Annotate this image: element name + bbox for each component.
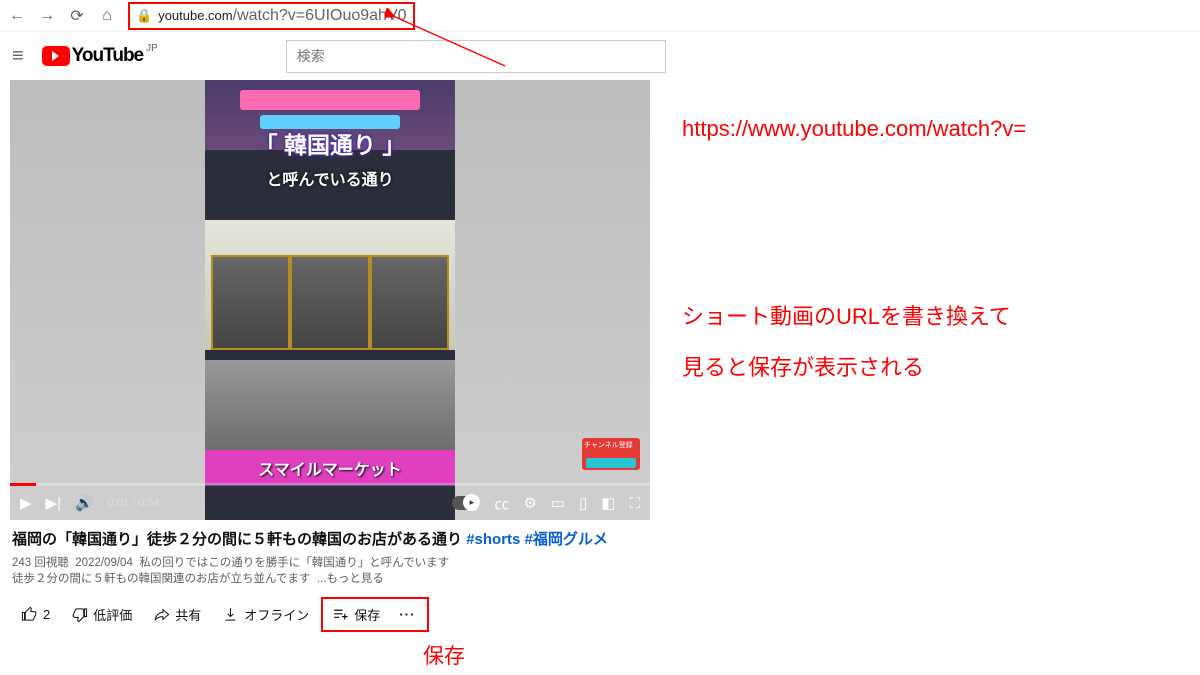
back-icon[interactable]: ←	[8, 7, 26, 25]
more-actions-button[interactable]: ···	[390, 602, 424, 627]
video-title: 福岡の「韓国通り」徒歩２分の間に５軒もの韓国のお店がある通り #shorts #…	[12, 530, 648, 550]
video-meta-line: 243 回視聴 2022/09/04 私の回りではこの通りを勝手に「韓国通り」と…	[12, 555, 648, 587]
thumbs-down-icon	[71, 606, 88, 623]
download-icon	[222, 606, 239, 623]
miniplayer-icon[interactable]: ▭	[551, 494, 565, 512]
thumbs-up-icon	[21, 606, 38, 623]
share-button[interactable]: 共有	[144, 600, 210, 629]
play-logo-icon	[42, 46, 70, 66]
offline-button[interactable]: オフライン	[213, 600, 318, 629]
settings-icon[interactable]: ⚙	[523, 494, 536, 512]
volume-icon[interactable]: 🔊	[75, 494, 94, 512]
save-button-highlight: 保存 ···	[321, 597, 429, 632]
annotation-note: ショート動画のURLを書き換えて見ると保存が表示される	[682, 292, 1190, 393]
action-bar: 2 低評価 共有 オフライン 保存	[12, 597, 648, 632]
next-icon[interactable]: ▶|	[46, 494, 61, 512]
hashtag-link[interactable]: #shorts	[466, 531, 520, 548]
cast-icon[interactable]: ◧	[601, 494, 615, 512]
region-label: JP	[146, 43, 158, 54]
play-icon[interactable]: ▶	[20, 494, 32, 512]
reload-icon[interactable]: ⟳	[68, 6, 86, 26]
video-overlay-market: スマイルマーケット	[258, 456, 402, 480]
hashtag-link[interactable]: #福岡グルメ	[525, 531, 608, 548]
autoplay-toggle[interactable]	[452, 496, 480, 510]
theater-icon[interactable]: ▯	[579, 494, 587, 512]
annotation-panel: https://www.youtube.com/watch?v= ショート動画の…	[660, 80, 1200, 632]
playlist-add-icon	[332, 606, 349, 623]
forward-icon[interactable]: →	[38, 7, 56, 25]
video-player[interactable]: 「 韓国通り 」 と呼んでいる通り スマイルマーケット チャンネル登録 ▶ ▶|…	[10, 80, 650, 520]
video-overlay-sub: と呼んでいる通り	[205, 166, 455, 190]
video-content: 「 韓国通り 」 と呼んでいる通り スマイルマーケット	[205, 80, 455, 520]
search-input[interactable]	[286, 40, 666, 73]
save-button[interactable]: 保存	[326, 602, 386, 627]
annotation-save-label: 保存	[423, 640, 465, 670]
url-host: youtube.com/watch?v=6UIOuo9ahV0	[158, 7, 406, 25]
share-icon	[153, 606, 170, 623]
youtube-header: ≡ YouTube JP	[0, 32, 1200, 80]
like-button[interactable]: 2	[12, 601, 59, 628]
dislike-button[interactable]: 低評価	[62, 600, 141, 629]
home-icon[interactable]: ⌂	[98, 7, 116, 25]
hamburger-icon[interactable]: ≡	[12, 45, 24, 68]
annotation-url: https://www.youtube.com/watch?v=	[682, 116, 1190, 142]
fullscreen-icon[interactable]: ⛶	[629, 495, 640, 512]
video-overlay-title: 「 韓国通り 」	[205, 126, 455, 160]
browser-toolbar: ← → ⟳ ⌂ 🔒 youtube.com/watch?v=6UIOuo9ahV…	[0, 0, 1200, 32]
show-more[interactable]: ...もっと見る	[317, 573, 384, 585]
captions-icon[interactable]: ㏄	[494, 493, 509, 514]
channel-watermark[interactable]: チャンネル登録	[582, 438, 640, 470]
lock-icon: 🔒	[136, 8, 152, 24]
address-bar[interactable]: 🔒 youtube.com/watch?v=6UIOuo9ahV0	[128, 2, 415, 30]
player-controls: ▶ ▶| 🔊 0:01 / 0:54 ㏄ ⚙ ▭ ▯ ◧ ⛶	[10, 486, 650, 520]
youtube-logo[interactable]: YouTube JP	[42, 45, 158, 67]
time-display: 0:01 / 0:54	[108, 497, 160, 509]
